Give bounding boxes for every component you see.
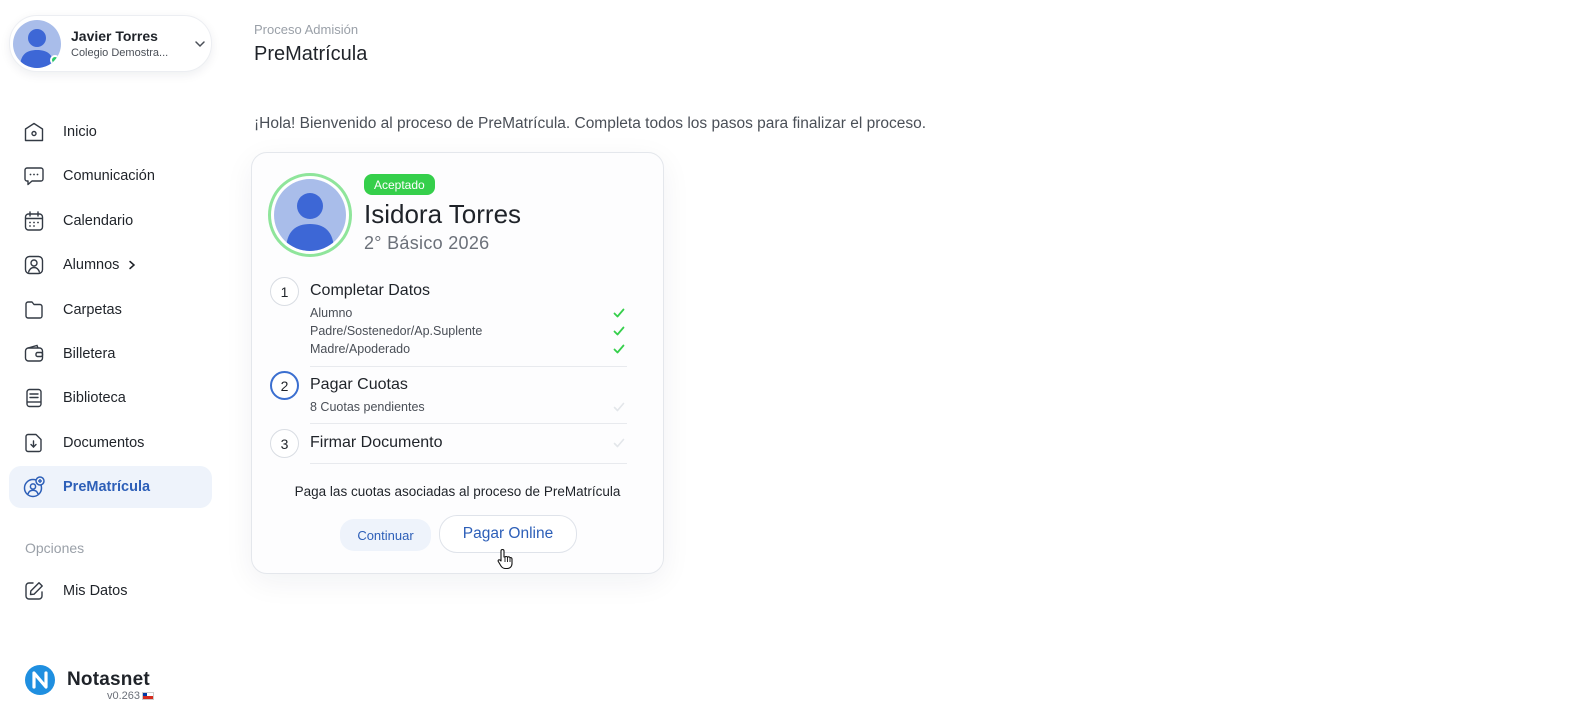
library-icon [23,387,45,409]
sidebar-item-label: Mis Datos [63,583,128,599]
check-icon [613,402,625,412]
document-icon [23,432,45,454]
step-number: 2 [270,371,299,400]
divider [310,366,627,367]
student-grade: 2° Básico 2026 [364,233,490,253]
status-badge: Aceptado [364,174,435,195]
breadcrumb: Proceso Admisión [254,22,359,37]
list-item: Madre/Apoderado [310,342,625,360]
step-title: Completar Datos [310,282,431,299]
chevron-right-icon [129,260,136,270]
student-name: Isidora Torres [364,199,522,229]
step-help-text: Paga las cuotas asociadas al proceso de … [294,484,621,499]
app-version: v0.263 [107,690,155,702]
edit-icon [23,580,45,602]
user-profile-switcher[interactable]: Javier Torres Colegio Demostra... [9,15,212,72]
sidebar-item-mis-datos[interactable]: Mis Datos [9,570,212,612]
check-icon [613,438,625,448]
step-completar-datos: 1 Completar Datos Alumno Padre/Sostenedo… [270,277,645,367]
sidebar-nav: Inicio Comunicación Calendario Alumnos C… [9,111,212,511]
sidebar-item-inicio[interactable]: Inicio [9,111,212,153]
step-number: 3 [270,429,299,458]
sidebar-item-label: Calendario [63,212,134,229]
sidebar-item-calendario[interactable]: Calendario [9,200,212,242]
calendar-icon [23,210,45,232]
prematricula-card: Aceptado Isidora Torres 2° Básico 2026 1… [251,152,664,574]
user-name: Javier Torres [71,27,158,44]
sidebar-item-label: Carpetas [63,301,122,318]
sidebar-item-prematricula[interactable]: PreMatrícula [9,466,212,509]
enrollment-icon [23,476,45,498]
user-school: Colegio Demostra... [71,46,169,59]
student-icon [23,254,45,276]
check-icon [613,326,625,336]
student-avatar [268,173,352,257]
step-pagar-cuotas: 2 Pagar Cuotas 8 Cuotas pendientes [270,371,645,425]
list-item: Alumno [310,306,625,324]
brand-name: Notasnet [67,669,150,690]
chat-icon [23,165,45,187]
check-icon [613,308,625,318]
chile-flag-icon [142,692,155,700]
continue-button[interactable]: Continuar [340,519,431,551]
sub-item-label: Alumno [310,306,353,320]
sidebar-item-label: Billetera [63,345,116,362]
wallet-icon [23,343,45,365]
version-text: v0.263 [107,690,141,702]
step-number: 1 [270,277,299,306]
sidebar-item-biblioteca[interactable]: Biblioteca [9,377,212,419]
step-title: Firmar Documento [310,434,443,451]
sidebar-options: Mis Datos [9,570,212,614]
sub-item-label: 8 Cuotas pendientes [310,400,425,414]
sub-item-label: Padre/Sostenedor/Ap.Suplente [310,324,483,338]
notasnet-logo-icon [25,665,55,695]
check-icon [613,344,625,354]
divider [310,463,627,464]
folder-icon [23,299,45,321]
page-title: PreMatrícula [254,43,368,65]
sidebar-item-label: Alumnos [63,257,120,274]
sidebar-item-label: PreMatrícula [63,479,151,496]
step-firmar-documento: 3 Firmar Documento [270,429,645,465]
online-status-dot [50,54,60,65]
sub-item-label: Madre/Apoderado [310,342,411,356]
chevron-down-icon[interactable] [193,37,207,51]
sidebar-item-carpetas[interactable]: Carpetas [9,289,212,331]
sidebar-item-label: Inicio [63,124,97,140]
list-item: 8 Cuotas pendientes [310,400,625,418]
sidebar-item-label: Comunicación [63,168,155,185]
user-avatar [13,19,61,68]
step-title: Pagar Cuotas [310,376,408,393]
sidebar-item-billetera[interactable]: Billetera [9,333,212,375]
welcome-message: ¡Hola! Bienvenido al proceso de PreMatrí… [254,115,927,132]
list-item: Padre/Sostenedor/Ap.Suplente [310,324,625,342]
divider [310,423,627,424]
sidebar-item-alumnos[interactable]: Alumnos [9,244,212,286]
sidebar-item-comunicacion[interactable]: Comunicación [9,155,212,197]
sidebar-item-documentos[interactable]: Documentos [9,422,212,464]
sidebar-item-label: Documentos [63,434,145,451]
home-icon [23,121,45,143]
sidebar-item-label: Biblioteca [63,390,126,407]
hand-cursor-icon [497,548,513,570]
options-section-title: Opciones [25,540,85,556]
